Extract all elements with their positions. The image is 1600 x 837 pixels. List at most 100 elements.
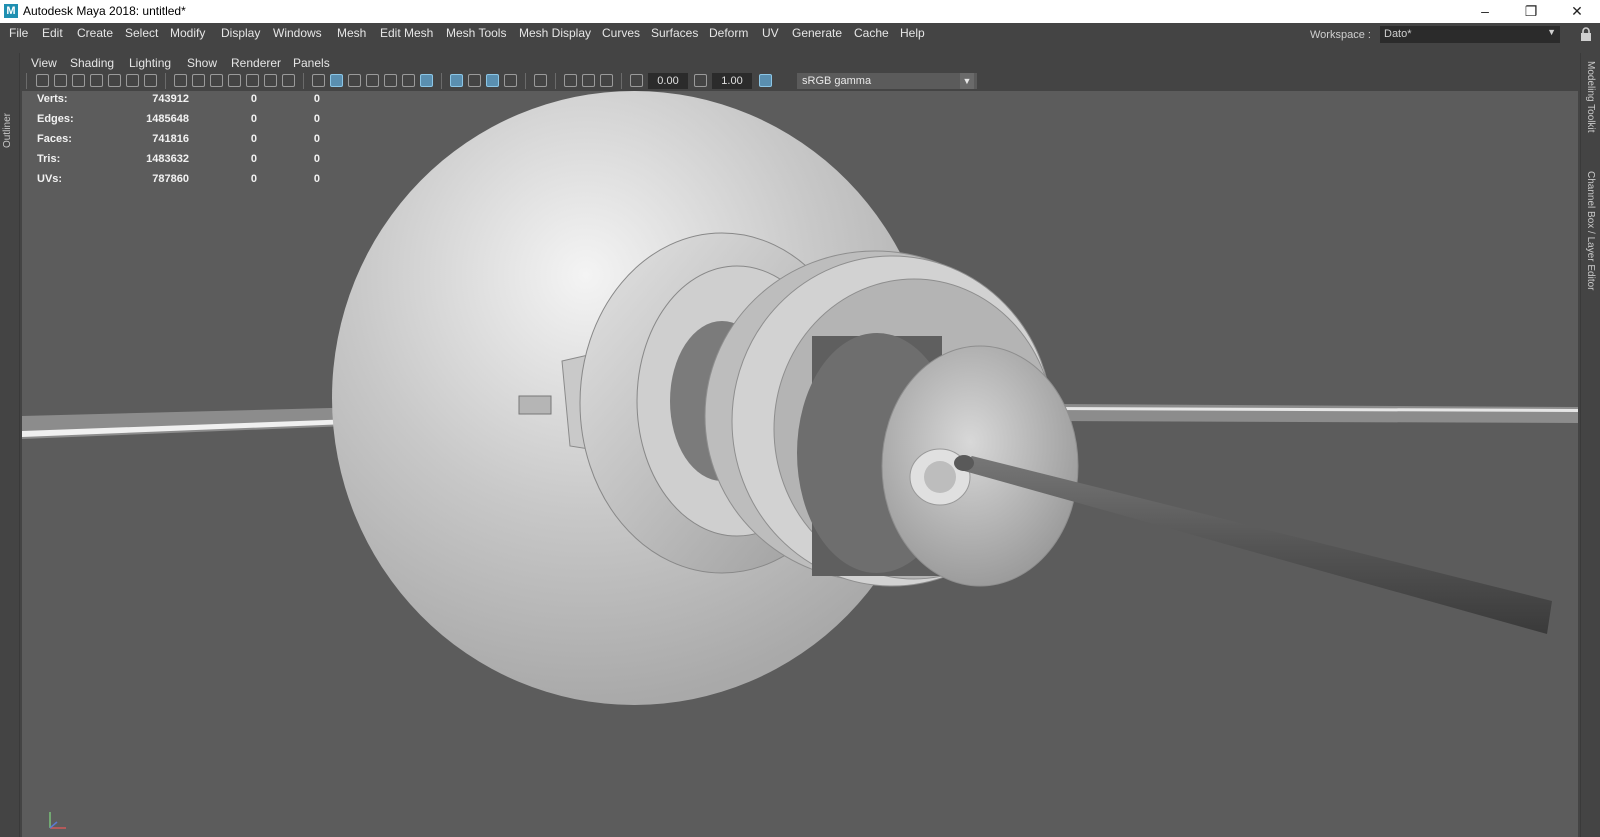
hud-label: Tris: (37, 153, 61, 165)
modeling-toolkit-tab[interactable]: Modeling Toolkit (1585, 61, 1596, 133)
hud-value: 743912 (152, 93, 189, 105)
hud-value: 0 (250, 173, 257, 185)
hud-value: 0 (250, 113, 257, 125)
toolbar-separator (441, 73, 442, 89)
menu-mesh-display[interactable]: Mesh Display (519, 26, 591, 40)
bookmark-icon[interactable] (90, 74, 103, 87)
exposure-field[interactable]: 0.00 (648, 73, 688, 89)
hud-value: 0 (250, 93, 257, 105)
hud-value: 787860 (152, 173, 189, 185)
safe-action-icon[interactable] (264, 74, 277, 87)
menu-edit-mesh[interactable]: Edit Mesh (380, 26, 433, 40)
depth-of-field-icon[interactable] (504, 74, 517, 87)
menu-mesh[interactable]: Mesh (337, 26, 366, 40)
panel-menu-shading[interactable]: Shading (70, 56, 114, 70)
select-camera-icon[interactable] (36, 74, 49, 87)
menu-uv[interactable]: UV (762, 26, 779, 40)
hud-value: 0 (313, 113, 320, 125)
xray-icon[interactable] (564, 74, 577, 87)
grid-icon[interactable] (174, 74, 187, 87)
cap-nozzle-inner (924, 461, 956, 493)
panel-menu-show[interactable]: Show (187, 56, 217, 70)
menu-select[interactable]: Select (125, 26, 158, 40)
menu-windows[interactable]: Windows (273, 26, 322, 40)
hud-value: 1485648 (146, 113, 189, 125)
hud-value: 0 (250, 153, 257, 165)
hud-value: 0 (250, 133, 257, 145)
2d-pan-zoom-icon[interactable] (126, 74, 139, 87)
gamma-field[interactable]: 1.00 (712, 73, 752, 89)
panel-menu-view[interactable]: View (31, 56, 57, 70)
color-management-icon[interactable] (759, 74, 772, 87)
workspace-dropdown[interactable]: Dato* ▼ (1380, 26, 1560, 43)
isolate-select-icon[interactable] (534, 74, 547, 87)
menubar-divider (0, 45, 1600, 53)
field-chart-icon[interactable] (246, 74, 259, 87)
channel-box-tab[interactable]: Channel Box / Layer Editor (1585, 171, 1596, 291)
menu-cache[interactable]: Cache (854, 26, 889, 40)
rod-base (954, 455, 974, 471)
image-plane-icon[interactable] (108, 74, 121, 87)
screen-space-ao-icon[interactable] (450, 74, 463, 87)
menu-file[interactable]: File (9, 26, 28, 40)
shadows-icon[interactable] (420, 74, 433, 87)
hud-value: 0 (313, 173, 320, 185)
xray-active-components-icon[interactable] (582, 74, 595, 87)
restore-button[interactable]: ❐ (1508, 0, 1554, 23)
main-menubar: File Edit Create Select Modify Display W… (0, 23, 1600, 45)
default-material-icon[interactable] (348, 74, 361, 87)
menu-deform[interactable]: Deform (709, 26, 748, 40)
grease-pencil-icon[interactable] (144, 74, 157, 87)
exposure-icon[interactable] (630, 74, 643, 87)
workspace-label: Workspace : (1310, 29, 1371, 41)
safe-title-icon[interactable] (282, 74, 295, 87)
multisample-aa-icon[interactable] (486, 74, 499, 87)
menu-help[interactable]: Help (900, 26, 925, 40)
toolbar-separator (165, 73, 166, 89)
hud-label: Faces: (37, 133, 72, 145)
menu-surfaces[interactable]: Surfaces (651, 26, 698, 40)
menu-create[interactable]: Create (77, 26, 113, 40)
outliner-tab[interactable]: Outliner (2, 113, 13, 148)
hud-label: Verts: (37, 93, 68, 105)
hud-value: 0 (313, 153, 320, 165)
hud-value: 0 (313, 93, 320, 105)
smooth-shade-icon[interactable] (330, 74, 343, 87)
xray-joints-icon[interactable] (600, 74, 613, 87)
satellite-model[interactable] (22, 91, 1578, 837)
lock-icon[interactable] (1580, 27, 1592, 41)
menu-curves[interactable]: Curves (602, 26, 640, 40)
hud-value: 0 (313, 133, 320, 145)
gate-mask-icon[interactable] (228, 74, 241, 87)
motion-blur-icon[interactable] (468, 74, 481, 87)
lock-camera-icon[interactable] (54, 74, 67, 87)
menu-generate[interactable]: Generate (792, 26, 842, 40)
panel-menu-renderer[interactable]: Renderer (231, 56, 281, 70)
hud-row-edges: Edges: 1485648 0 0 (37, 113, 320, 129)
menu-edit[interactable]: Edit (42, 26, 63, 40)
film-gate-icon[interactable] (192, 74, 205, 87)
menu-display[interactable]: Display (221, 26, 260, 40)
panel-menubar: View Shading Lighting Show Renderer Pane… (22, 53, 1578, 71)
toolbar-separator (525, 73, 526, 89)
textured-icon[interactable] (384, 74, 397, 87)
close-button[interactable]: ✕ (1554, 0, 1600, 23)
hud-row-uvs: UVs: 787860 0 0 (37, 173, 320, 189)
color-space-dropdown[interactable]: sRGB gamma ▼ (797, 73, 977, 89)
hud-row-verts: Verts: 743912 0 0 (37, 93, 320, 109)
toolbar-separator (303, 73, 304, 89)
wireframe-icon[interactable] (312, 74, 325, 87)
gamma-icon[interactable] (694, 74, 707, 87)
camera-attributes-icon[interactable] (72, 74, 85, 87)
panel-menu-lighting[interactable]: Lighting (129, 56, 171, 70)
wireframe-on-shaded-icon[interactable] (366, 74, 379, 87)
use-all-lights-icon[interactable] (402, 74, 415, 87)
maya-app-icon: M (4, 4, 18, 18)
menu-mesh-tools[interactable]: Mesh Tools (446, 26, 506, 40)
minimize-button[interactable]: – (1462, 0, 1508, 23)
viewport-3d[interactable] (22, 91, 1578, 837)
resolution-gate-icon[interactable] (210, 74, 223, 87)
menu-modify[interactable]: Modify (170, 26, 205, 40)
panel-menu-panels[interactable]: Panels (293, 56, 330, 70)
color-space-value: sRGB gamma (802, 75, 872, 87)
